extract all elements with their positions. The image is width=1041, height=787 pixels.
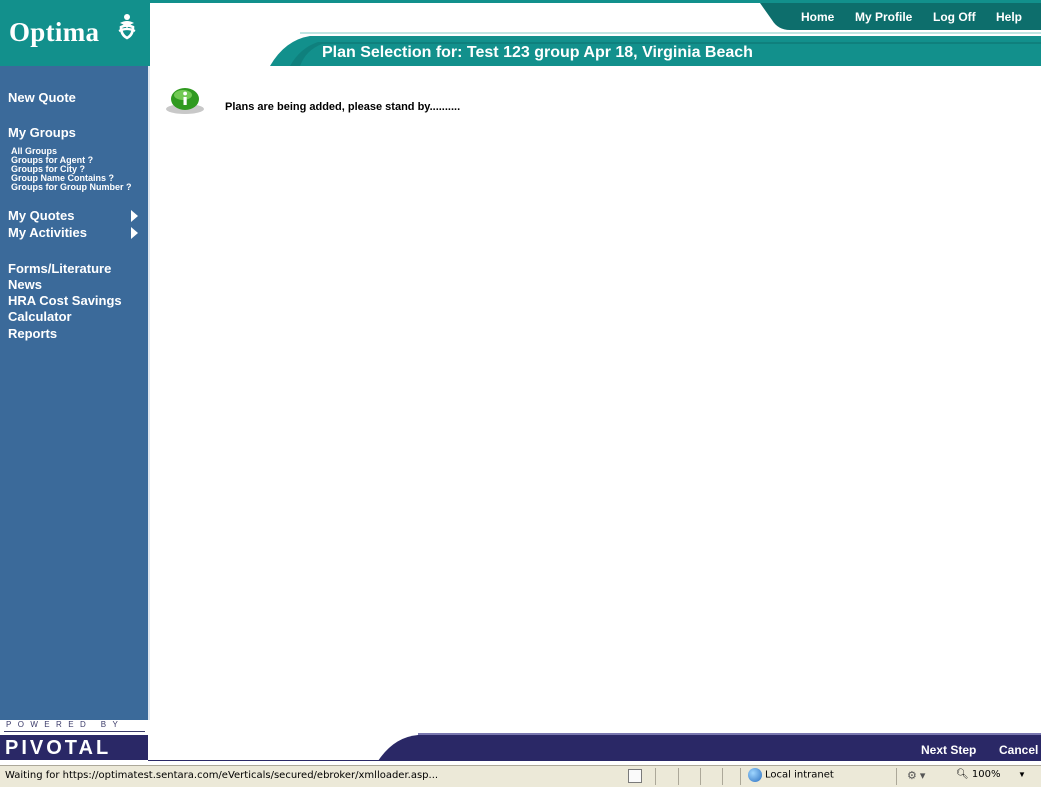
status-bar-text: Waiting for https://optimatest.sentara.c… bbox=[5, 770, 439, 781]
sidebar-item-my-groups[interactable]: My Groups bbox=[8, 125, 76, 140]
optima-logo[interactable]: Optima bbox=[9, 17, 99, 48]
sidebar-item-reports[interactable]: Reports bbox=[8, 326, 57, 341]
sidebar-item-calculator[interactable]: Calculator bbox=[8, 309, 72, 324]
my-activities-arrow-icon[interactable] bbox=[131, 227, 138, 239]
sidebar-item-my-activities[interactable]: My Activities bbox=[8, 225, 87, 240]
my-quotes-arrow-icon[interactable] bbox=[131, 210, 138, 222]
sidebar-item-hra-cost-savings[interactable]: HRA Cost Savings bbox=[8, 293, 122, 308]
sidebar: New Quote My Groups All Groups Groups fo… bbox=[0, 66, 148, 720]
browser-status-bar: Waiting for https://optimatest.sentara.c… bbox=[0, 765, 1041, 787]
sidebar-item-forms-literature[interactable]: Forms/Literature bbox=[8, 261, 111, 276]
info-icon bbox=[166, 88, 204, 114]
protected-mode-icon[interactable]: ⚙ ▾ bbox=[907, 769, 925, 782]
pivotal-logo-text: PIVOTAL bbox=[5, 737, 112, 759]
help-link[interactable]: Help bbox=[996, 10, 1022, 24]
status-separator bbox=[896, 768, 897, 785]
header: Optima Home My Profile Log Off Help Plan… bbox=[0, 0, 1041, 66]
status-separator bbox=[655, 768, 656, 785]
sidebar-item-news[interactable]: News bbox=[8, 277, 42, 292]
my-profile-link[interactable]: My Profile bbox=[855, 10, 912, 24]
zoom-value: 100% bbox=[971, 769, 1001, 780]
zone-label: Local intranet bbox=[765, 769, 834, 781]
powered-by-pivotal: POWERED BY PIVOTAL bbox=[0, 720, 148, 760]
powered-by-rule bbox=[4, 731, 145, 732]
sidebar-divider bbox=[148, 66, 150, 720]
sidebar-item-my-quotes[interactable]: My Quotes bbox=[8, 208, 74, 223]
status-separator bbox=[740, 768, 741, 785]
home-link[interactable]: Home bbox=[801, 10, 834, 24]
powered-by-label: POWERED BY bbox=[6, 720, 125, 729]
sidebar-item-groups-for-group-number[interactable]: Groups for Group Number ? bbox=[11, 182, 132, 192]
app-window: Optima Home My Profile Log Off Help Plan… bbox=[0, 0, 1041, 787]
pivotal-logo: PIVOTAL bbox=[0, 735, 148, 760]
cancel-button[interactable]: Cancel bbox=[999, 743, 1038, 757]
optima-logo-mark-icon bbox=[118, 14, 136, 40]
globe-icon bbox=[748, 768, 762, 782]
status-separator bbox=[700, 768, 701, 785]
page-icon bbox=[628, 769, 642, 783]
log-off-link[interactable]: Log Off bbox=[933, 10, 976, 24]
next-step-button[interactable]: Next Step bbox=[921, 743, 976, 757]
footer-bar bbox=[148, 733, 1041, 761]
zoom-level[interactable]: 🔍︎ 100% bbox=[956, 769, 1000, 780]
status-separator bbox=[722, 768, 723, 785]
status-separator bbox=[678, 768, 679, 785]
security-zone[interactable]: Local intranet bbox=[748, 768, 834, 785]
status-message: Plans are being added, please stand by..… bbox=[225, 101, 461, 113]
sidebar-item-new-quote[interactable]: New Quote bbox=[8, 90, 76, 105]
zoom-dropdown-icon[interactable]: ▼ bbox=[1018, 770, 1026, 779]
page-title: Plan Selection for: Test 123 group Apr 1… bbox=[322, 44, 753, 61]
